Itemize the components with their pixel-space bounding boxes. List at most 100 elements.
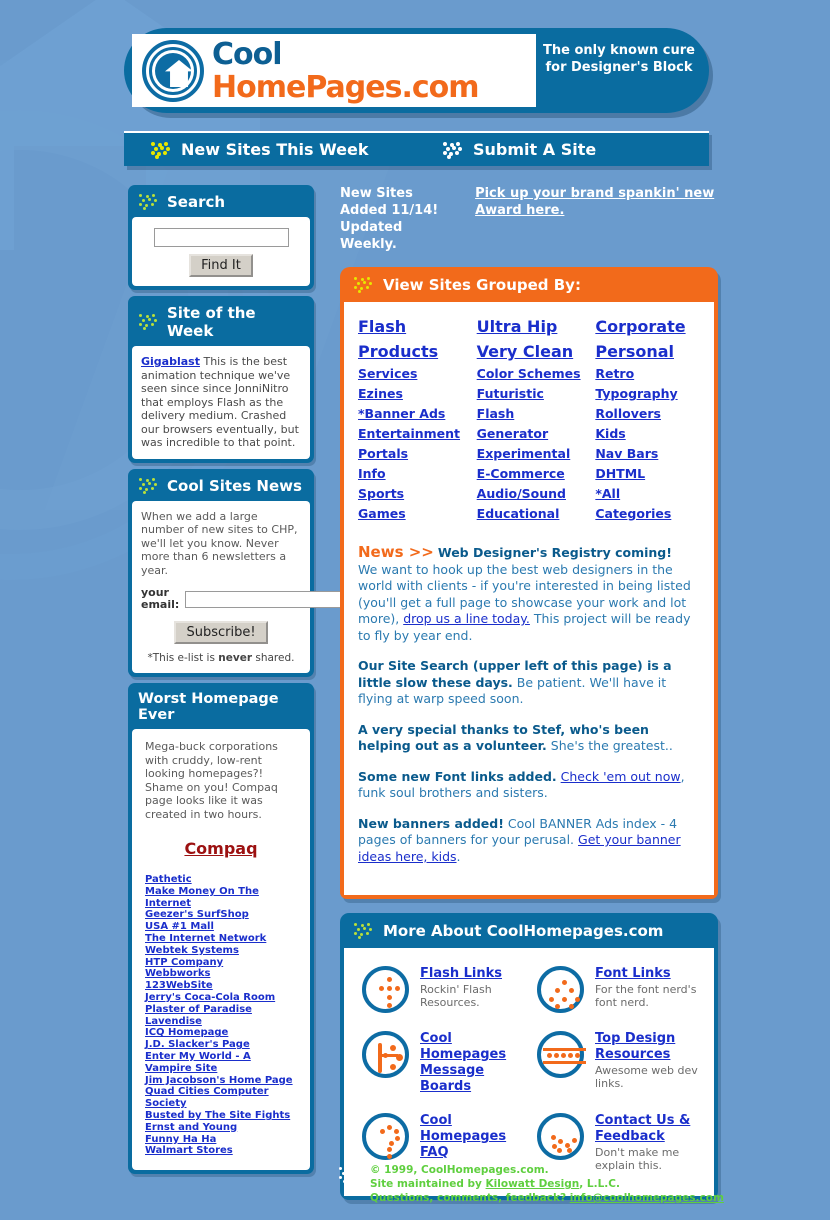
about-link-font-links[interactable]: Font Links bbox=[595, 966, 700, 982]
category-link-ezines[interactable]: Ezines bbox=[358, 384, 463, 404]
category-link-color-schemes[interactable]: Color Schemes bbox=[477, 364, 582, 384]
worst-link-18[interactable]: Ernst and Young bbox=[145, 1122, 299, 1134]
worst-link-2[interactable]: Geezer's SurfShop bbox=[145, 909, 299, 921]
logo-line-cool: Cool bbox=[212, 37, 283, 72]
category-link-sports[interactable]: Sports bbox=[358, 484, 463, 504]
more-about-title: More About CoolHomepages.com bbox=[383, 922, 664, 940]
news-item-search: Our Site Search (upper left of this page… bbox=[358, 658, 672, 706]
main-column: New Sites Added 11/14! Updated Weekly. P… bbox=[340, 185, 718, 1200]
about-item[interactable]: Cool Homepages Message Boards bbox=[354, 1025, 529, 1107]
category-link-futuristic[interactable]: Futuristic bbox=[477, 384, 582, 404]
category-link-flash-generator[interactable]: Flash Generator bbox=[477, 404, 582, 444]
category-link-entertainment[interactable]: Entertainment bbox=[358, 424, 463, 444]
category-link-corporate[interactable]: Corporate bbox=[595, 314, 700, 339]
about-link-contact-us-feedback[interactable]: Contact Us & Feedback bbox=[595, 1113, 700, 1145]
category-link-experimental[interactable]: Experimental bbox=[477, 444, 582, 464]
drop-us-a-line-link[interactable]: drop us a line today. bbox=[403, 611, 530, 626]
worst-link-17[interactable]: Busted by The Site Fights bbox=[145, 1110, 299, 1122]
nav-new-sites-label: New Sites This Week bbox=[181, 140, 369, 159]
news-panel-header: Cool Sites News bbox=[132, 473, 310, 501]
news-panel-title: Cool Sites News bbox=[167, 476, 302, 495]
category-link-e-commerce[interactable]: E-Commerce bbox=[477, 464, 582, 484]
elist-privacy-note: *This e-list is never shared. bbox=[147, 652, 295, 664]
category-link-rollovers[interactable]: Rollovers bbox=[595, 404, 700, 424]
category-link-nav-bars[interactable]: Nav Bars bbox=[595, 444, 700, 464]
category-link-typography[interactable]: Typography bbox=[595, 384, 700, 404]
find-it-button[interactable]: Find It bbox=[189, 254, 253, 277]
footer-questions: Questions, comments, feedback? info@cool… bbox=[370, 1192, 724, 1204]
green-dot-cluster-icon bbox=[138, 194, 160, 210]
worst-link-5[interactable]: Webtek Systems bbox=[145, 945, 299, 957]
top-design-icon bbox=[537, 1031, 586, 1078]
category-link-audio-sound[interactable]: Audio/Sound bbox=[477, 484, 582, 504]
award-link[interactable]: Pick up your brand spankin' new Award he… bbox=[475, 186, 714, 218]
worst-link-14[interactable]: Enter My World - A Vampire Site bbox=[145, 1051, 299, 1075]
category-link-products[interactable]: Products bbox=[358, 339, 463, 364]
worst-link-8[interactable]: 123WebSite bbox=[145, 980, 299, 992]
about-link-top-design-resources[interactable]: Top Design Resources bbox=[595, 1031, 700, 1063]
news-item-thanks: A very special thanks to Stef, who's bee… bbox=[358, 721, 673, 754]
category-link-info[interactable]: Info bbox=[358, 464, 463, 484]
yellow-dot-cluster-icon bbox=[150, 141, 172, 159]
worst-link-12[interactable]: ICQ Homepage bbox=[145, 1027, 299, 1039]
about-item[interactable]: Font Links For the font nerd's font nerd. bbox=[529, 960, 704, 1025]
sotw-title: Site of the Week bbox=[167, 304, 256, 340]
news-keyword: News >> bbox=[358, 543, 434, 561]
gigablast-link[interactable]: Gigablast bbox=[141, 355, 200, 368]
worst-link-20[interactable]: Walmart Stores bbox=[145, 1145, 299, 1157]
category-link-ultra-hip[interactable]: Ultra Hip bbox=[477, 314, 582, 339]
category-link-all-categories[interactable]: *All Categories bbox=[595, 484, 700, 524]
about-link-flash-links[interactable]: Flash Links bbox=[420, 966, 525, 982]
more-about-box: More About CoolHomepages.com Flash Links… bbox=[340, 913, 718, 1200]
logo-panel[interactable]: Cool HomePages.com bbox=[132, 34, 536, 107]
worst-link-4[interactable]: The Internet Network bbox=[145, 933, 299, 945]
worst-link-11[interactable]: Lavendise bbox=[145, 1016, 299, 1028]
about-link-cool-homepages-faq[interactable]: Cool Homepages FAQ bbox=[420, 1113, 525, 1161]
about-link-cool-homepages-message-boards[interactable]: Cool Homepages Message Boards bbox=[420, 1031, 525, 1095]
subscribe-button[interactable]: Subscribe! bbox=[174, 621, 268, 644]
category-link-kids[interactable]: Kids bbox=[595, 424, 700, 444]
white-dot-cluster-icon bbox=[442, 141, 464, 159]
search-input[interactable] bbox=[153, 228, 289, 247]
category-link-retro[interactable]: Retro bbox=[595, 364, 700, 384]
category-link-personal[interactable]: Personal bbox=[595, 339, 700, 364]
worst-link-9[interactable]: Jerry's Coca-Cola Room bbox=[145, 992, 299, 1004]
worst-link-19[interactable]: Funny Ha Ha bbox=[145, 1134, 299, 1146]
category-link-services[interactable]: Services bbox=[358, 364, 463, 384]
worst-link-7[interactable]: Webbworks bbox=[145, 968, 299, 980]
contact-email-link[interactable]: info@coolhomepages.com bbox=[570, 1192, 724, 1204]
yellow-dot-cluster-icon bbox=[353, 277, 375, 293]
footer-text: © 1999, CoolHomepages.com. Site maintain… bbox=[370, 1163, 724, 1205]
news-item-registry: News >> Web Designer's Registry coming! … bbox=[358, 543, 691, 643]
about-item[interactable]: Flash Links Rockin' Flash Resources. bbox=[354, 960, 529, 1025]
sotw-description: This is the best animation technique we'… bbox=[141, 355, 299, 449]
check-em-out-link[interactable]: Check 'em out now bbox=[561, 769, 681, 784]
font-dots-icon bbox=[537, 966, 584, 1013]
header-tagline: The only known cure for Designer's Block bbox=[543, 43, 695, 75]
nav-submit-site-label: Submit A Site bbox=[473, 140, 597, 159]
worst-link-10[interactable]: Plaster of Paradise bbox=[145, 1004, 299, 1016]
category-link-portals[interactable]: Portals bbox=[358, 444, 463, 464]
category-link-banner-ads[interactable]: *Banner Ads bbox=[358, 404, 463, 424]
site-header: Cool HomePages.com The only known cure f… bbox=[124, 28, 709, 113]
nav-new-sites-this-week[interactable]: New Sites This Week bbox=[150, 140, 369, 159]
worst-link-13[interactable]: J.D. Slacker's Page bbox=[145, 1039, 299, 1051]
kilowatt-design-link[interactable]: Kilowatt Design bbox=[486, 1178, 580, 1190]
worst-link-3[interactable]: USA #1 Mall bbox=[145, 921, 299, 933]
grouped-box-header: View Sites Grouped By: bbox=[344, 271, 714, 302]
worst-link-1[interactable]: Make Money On The Internet bbox=[145, 886, 299, 910]
news-item-banners: New banners added! Cool BANNER Ads index… bbox=[358, 815, 681, 864]
worst-link-6[interactable]: HTP Company bbox=[145, 957, 299, 969]
about-item[interactable]: Top Design Resources Awesome web dev link… bbox=[529, 1025, 704, 1107]
compaq-link[interactable]: Compaq bbox=[184, 839, 257, 858]
worst-link-0[interactable]: Pathetic bbox=[145, 874, 299, 886]
category-link-flash[interactable]: Flash bbox=[358, 314, 463, 339]
nav-submit-a-site[interactable]: Submit A Site bbox=[442, 140, 596, 159]
worst-link-15[interactable]: Jim Jacobson's Home Page bbox=[145, 1075, 299, 1087]
news-headline-5: New banners added! bbox=[358, 815, 504, 831]
category-link-very-clean[interactable]: Very Clean bbox=[477, 339, 582, 364]
worst-link-16[interactable]: Quad Cities Computer Society bbox=[145, 1086, 299, 1110]
category-link-games[interactable]: Games bbox=[358, 504, 463, 524]
category-link-dhtml[interactable]: DHTML bbox=[595, 464, 700, 484]
category-link-educational[interactable]: Educational bbox=[477, 504, 582, 524]
